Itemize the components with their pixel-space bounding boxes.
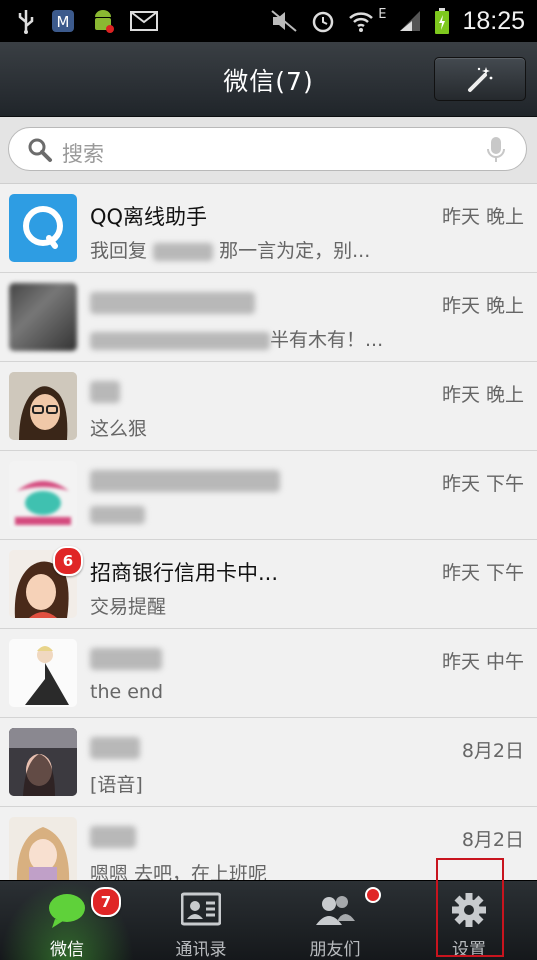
clock-time: 18:25	[462, 6, 525, 35]
chat-row[interactable]: QQ离线助手 昨天 晚上 我回复 那一言为定，别...	[0, 184, 537, 273]
chat-row[interactable]: 昨天 晚上 半有木有！...	[0, 273, 537, 362]
title-bar: 微信(7)	[0, 42, 537, 117]
chat-preview: 这么狠	[90, 418, 148, 440]
usb-icon	[18, 10, 34, 34]
chat-name	[90, 468, 280, 492]
tab-friends[interactable]: 朋友们	[268, 881, 402, 960]
search-placeholder: 搜索	[62, 142, 104, 166]
chat-row[interactable]: 6 招商银行信用卡中... 昨天 下午 交易提醒	[0, 540, 537, 629]
tab-label: 微信	[50, 940, 84, 960]
chat-bubble-icon	[49, 894, 85, 928]
shield-app-icon: M	[52, 10, 74, 32]
tab-label: 通讯录	[175, 940, 227, 960]
chat-time: 昨天 晚上	[441, 295, 524, 317]
avatar	[9, 283, 77, 351]
chat-name	[90, 646, 162, 670]
chat-time: 昨天 晚上	[441, 206, 524, 228]
unread-badge: 7	[91, 887, 121, 917]
chat-preview: 我回复 那一言为定，别...	[90, 240, 371, 262]
mute-icon	[271, 10, 297, 32]
search-input[interactable]: 搜索	[8, 127, 527, 171]
chat-list: QQ离线助手 昨天 晚上 我回复 那一言为定，别... 昨天 晚上 半有木有！.…	[0, 184, 537, 896]
unread-badge: 6	[53, 546, 83, 576]
microphone-icon[interactable]	[486, 136, 506, 164]
chat-preview: the end	[90, 681, 164, 703]
alarm-icon	[312, 11, 334, 33]
avatar	[9, 461, 77, 529]
battery-icon	[435, 8, 450, 34]
new-dot-badge	[365, 887, 381, 903]
avatar	[9, 372, 77, 440]
contacts-icon	[181, 892, 221, 926]
avatar: 6	[9, 546, 83, 618]
tab-wechat[interactable]: 7 微信	[0, 881, 134, 960]
search-area: 搜索	[0, 117, 537, 184]
avatar	[9, 639, 77, 707]
pink-logo-avatar	[15, 481, 71, 525]
chat-preview: 半有木有！...	[90, 325, 383, 352]
illustration-avatar	[9, 639, 77, 707]
gear-icon	[452, 893, 486, 927]
chat-name	[90, 735, 140, 759]
compose-button[interactable]	[434, 57, 526, 101]
chat-preview	[90, 503, 145, 525]
tab-label: 设置	[452, 940, 486, 960]
chat-preview: [语音]	[90, 774, 143, 796]
chat-name	[90, 379, 120, 403]
chat-time: 昨天 中午	[441, 651, 524, 673]
tab-settings[interactable]: 设置	[402, 881, 536, 960]
avatar	[9, 728, 77, 796]
chat-time: 昨天 晚上	[441, 384, 524, 406]
search-icon	[28, 138, 52, 162]
chat-row[interactable]: 昨天 下午	[0, 451, 537, 540]
chat-row[interactable]: 昨天 中午 the end	[0, 629, 537, 718]
chat-preview: 交易提醒	[90, 596, 167, 618]
wifi-icon	[349, 12, 374, 32]
svg-text:M: M	[57, 13, 70, 31]
anime-avatar	[9, 817, 77, 885]
avatar	[9, 194, 77, 262]
friends-icon	[316, 896, 355, 925]
chat-row[interactable]: 昨天 晚上 这么狠	[0, 362, 537, 451]
avatar	[9, 817, 77, 885]
tab-label: 朋友们	[309, 940, 361, 960]
signal-icon	[400, 11, 421, 31]
status-bar: M E 18:25	[0, 0, 537, 42]
blurred-text	[153, 242, 214, 261]
chat-name	[90, 824, 136, 848]
chat-time: 昨天 下午	[441, 473, 524, 495]
bottom-tab-bar: 7 微信 通讯录 朋友们 设置	[0, 880, 537, 960]
chat-name	[90, 290, 255, 314]
chat-time: 昨天 下午	[441, 562, 524, 584]
chat-time: 8月2日	[461, 740, 524, 762]
tab-contacts[interactable]: 通讯录	[134, 881, 268, 960]
photo-avatar	[9, 728, 77, 796]
android-icon	[95, 10, 114, 33]
network-type: E	[378, 6, 387, 22]
chat-name: 招商银行信用卡中...	[90, 561, 279, 585]
girl-glasses-avatar	[9, 372, 77, 440]
magic-wand-icon	[468, 67, 493, 92]
chat-row[interactable]: 8月2日 [语音]	[0, 718, 537, 807]
qq-avatar	[23, 206, 63, 249]
mail-icon	[130, 11, 158, 31]
chat-time: 8月2日	[461, 829, 524, 851]
chat-name: QQ离线助手	[90, 205, 208, 229]
